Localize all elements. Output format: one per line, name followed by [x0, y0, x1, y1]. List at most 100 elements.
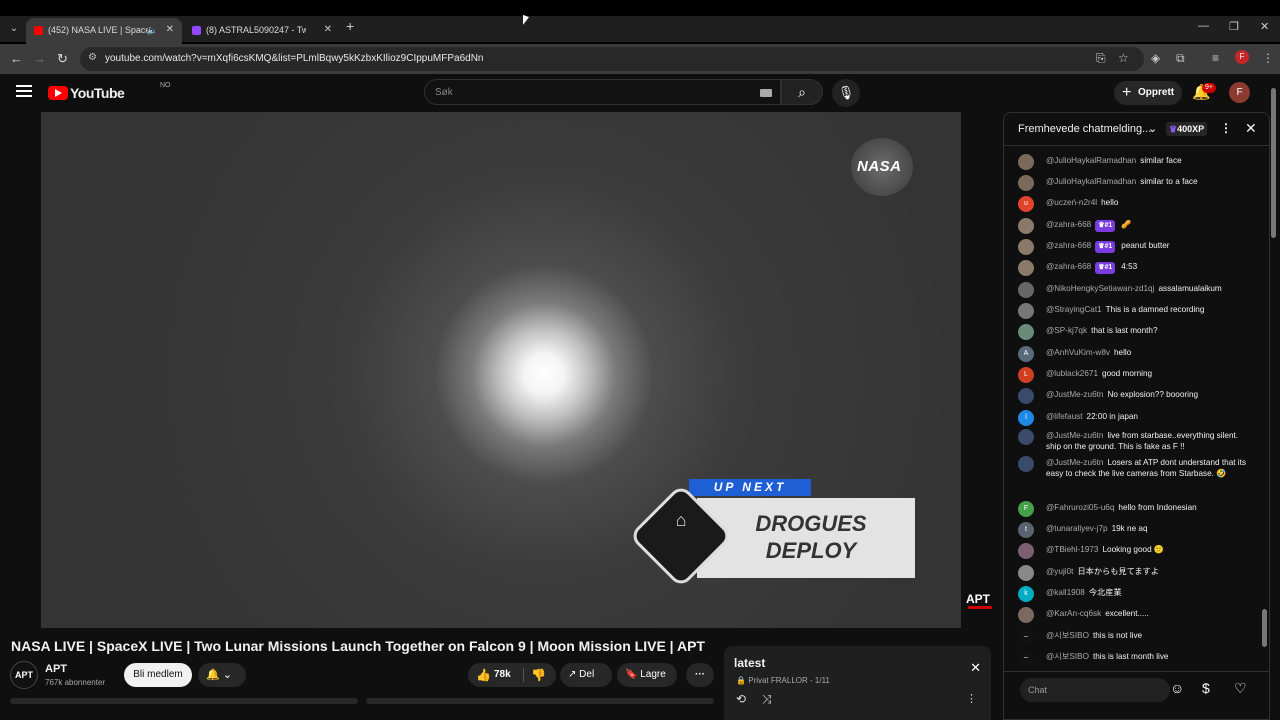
reload-icon[interactable]: ↻: [57, 51, 68, 67]
chat-message[interactable]: L @lublack2671 good morning: [1018, 367, 1252, 383]
chat-message[interactable]: @JulioHaykalRamadhan similar face: [1018, 154, 1252, 170]
dislike-icon[interactable]: 👎: [531, 663, 546, 687]
speaker-icon[interactable]: 🔈: [147, 18, 158, 42]
chat-message[interactable]: l @lifefaust 22:00 in japan: [1018, 410, 1252, 426]
maximize-icon[interactable]: ❐: [1229, 20, 1239, 33]
loop-icon[interactable]: ⟲: [736, 692, 746, 706]
chat-author-name[interactable]: @lifefaust: [1046, 412, 1083, 421]
chat-author-name[interactable]: @zahra-668: [1046, 262, 1091, 271]
chat-message[interactable]: @SP-kj7qk that is last month?: [1018, 324, 1252, 340]
chat-author-avatar[interactable]: A: [1018, 346, 1034, 362]
join-button[interactable]: Bli medlem: [124, 663, 192, 687]
super-chat-icon[interactable]: $: [1202, 680, 1210, 696]
chat-author-avatar[interactable]: [1018, 324, 1034, 340]
heart-icon[interactable]: ♡: [1234, 680, 1247, 697]
chat-author-name[interactable]: @JulioHaykalRamadhan: [1046, 177, 1136, 186]
chat-message[interactable]: – @시보SIBO this is not live: [1018, 629, 1252, 645]
chat-message[interactable]: @JulioHaykalRamadhan similar to a face: [1018, 175, 1252, 191]
subscribe-bell-button[interactable]: 🔔 ⌄: [198, 663, 246, 687]
chat-author-name[interactable]: @SP-kj7qk: [1046, 326, 1087, 335]
install-icon[interactable]: ⎘: [1096, 51, 1106, 66]
chat-author-name[interactable]: @zahra-668: [1046, 241, 1091, 250]
chat-author-name[interactable]: @lublack2671: [1046, 369, 1098, 378]
chat-scroll-thumb[interactable]: [1262, 609, 1267, 647]
chat-message[interactable]: @TBiehl-1973 Looking good 🙂: [1018, 543, 1252, 559]
chat-author-avatar[interactable]: t: [1018, 522, 1034, 538]
chat-author-name[interactable]: @JustMe-zu6tn: [1046, 431, 1103, 440]
chat-author-avatar[interactable]: l: [1018, 410, 1034, 426]
chat-author-avatar[interactable]: [1018, 429, 1034, 445]
chat-author-name[interactable]: @tunaraliyev-j7p: [1046, 524, 1108, 533]
chat-author-name[interactable]: @zahra-668: [1046, 220, 1091, 229]
chat-author-avatar[interactable]: [1018, 154, 1034, 170]
chat-messages[interactable]: @JulioHaykalRamadhan similar face @JulioHa…: [1004, 147, 1269, 669]
close-playlist-icon[interactable]: ✕: [970, 660, 981, 676]
voice-search-button[interactable]: 🎙: [832, 79, 860, 107]
tab-twitch[interactable]: (8) ASTRAL5090247 - Twitch ✕: [184, 18, 340, 44]
close-chat-icon[interactable]: ✕: [1245, 120, 1257, 137]
chat-author-name[interactable]: @AnhVuKim-w8v: [1046, 348, 1110, 357]
like-icon[interactable]: 👍: [476, 663, 491, 687]
chat-author-avatar[interactable]: [1018, 565, 1034, 581]
close-tab-icon[interactable]: ✕: [324, 18, 332, 42]
chat-mode-label[interactable]: Fremhevede chatmelding...: [1018, 123, 1151, 135]
chat-author-name[interactable]: @yuji0t: [1046, 567, 1073, 576]
chat-author-avatar[interactable]: [1018, 607, 1034, 623]
playlist-more-icon[interactable]: ⋮: [966, 692, 977, 705]
chat-message[interactable]: – @시보SIBO this is last month live: [1018, 650, 1252, 666]
chat-author-avatar[interactable]: k: [1018, 586, 1034, 602]
tab-search-chevron-icon[interactable]: ⌄: [6, 20, 22, 38]
back-icon[interactable]: ←: [10, 51, 23, 66]
chat-author-avatar[interactable]: F: [1018, 501, 1034, 517]
chat-author-avatar[interactable]: [1018, 175, 1034, 191]
chat-author-avatar[interactable]: [1018, 239, 1034, 255]
bookmark-star-icon[interactable]: ☆: [1118, 51, 1129, 65]
channel-avatar[interactable]: APT: [10, 661, 38, 689]
chat-author-avatar[interactable]: u: [1018, 196, 1034, 212]
url-field[interactable]: ⚙ youtube.com/watch?v=mXqfi6csKMQ&list=P…: [80, 47, 1144, 71]
chat-author-name[interactable]: @JustMe-zu6tn: [1046, 458, 1103, 467]
like-count[interactable]: 78k: [494, 663, 511, 687]
chat-message[interactable]: u @uczeń-n2r4l hello: [1018, 196, 1252, 212]
profile-avatar[interactable]: F: [1235, 50, 1249, 64]
chat-scrollbar[interactable]: [1262, 149, 1267, 669]
youtube-logo[interactable]: YouTube NO: [48, 82, 171, 101]
chat-author-name[interactable]: @StrayingCat1: [1046, 305, 1102, 314]
chat-message[interactable]: @JustMe-zu6tn Losers at ATP dont understa…: [1018, 456, 1252, 479]
chat-message[interactable]: @KarAn-cq6sk excellent.....: [1018, 607, 1252, 623]
puzzle-icon[interactable]: ⧉: [1176, 51, 1185, 66]
emoji-icon[interactable]: ☺: [1170, 680, 1184, 696]
chat-message[interactable]: @zahra-668 ♛#1 4:53: [1018, 260, 1252, 276]
chat-author-avatar[interactable]: –: [1018, 629, 1034, 645]
media-icon[interactable]: ≡: [1212, 51, 1219, 65]
channel-watermark[interactable]: APT: [966, 592, 990, 606]
chat-more-icon[interactable]: ⋮: [1220, 121, 1232, 135]
search-input[interactable]: Søk: [424, 79, 781, 105]
account-avatar[interactable]: F: [1229, 82, 1250, 103]
playlist-title[interactable]: latest: [734, 656, 765, 670]
page-scrollbar[interactable]: [1271, 88, 1277, 700]
chat-author-name[interactable]: @KarAn-cq6sk: [1046, 609, 1101, 618]
chat-author-name[interactable]: @uczeń-n2r4l: [1046, 198, 1097, 207]
forward-icon[interactable]: →: [33, 51, 46, 66]
chat-author-name[interactable]: @JustMe-zu6tn: [1046, 390, 1103, 399]
chat-author-avatar[interactable]: [1018, 282, 1034, 298]
chat-input[interactable]: Chat: [1020, 678, 1170, 702]
chat-author-avatar[interactable]: L: [1018, 367, 1034, 383]
chat-author-name[interactable]: @NikoHengkySetiawan-zd1qj: [1046, 284, 1154, 293]
chat-message[interactable]: @zahra-668 ♛#1 peanut butter: [1018, 239, 1252, 255]
keyboard-icon[interactable]: [760, 89, 772, 97]
chat-message[interactable]: @zahra-668 ♛#1 🥜: [1018, 218, 1252, 234]
save-button[interactable]: 🔖 Lagre: [617, 663, 677, 687]
chat-author-name[interactable]: @kall1908: [1046, 588, 1085, 597]
new-tab-icon[interactable]: +: [346, 18, 354, 34]
chat-message[interactable]: @yuji0t 日本からも見てますよ: [1018, 565, 1252, 581]
xp-badge[interactable]: ♛400XP: [1166, 122, 1208, 136]
chat-author-avatar[interactable]: [1018, 260, 1034, 276]
site-info-icon[interactable]: ⚙: [88, 52, 97, 63]
shuffle-icon[interactable]: ⤨: [762, 692, 772, 707]
chat-message[interactable]: @StrayingCat1 This is a damned recording: [1018, 303, 1252, 319]
chat-message[interactable]: k @kall1908 今北産業: [1018, 586, 1252, 602]
tab-youtube[interactable]: (452) NASA LIVE | SpaceX LIVE 🔈 ✕: [26, 18, 182, 44]
chat-author-avatar[interactable]: [1018, 543, 1034, 559]
